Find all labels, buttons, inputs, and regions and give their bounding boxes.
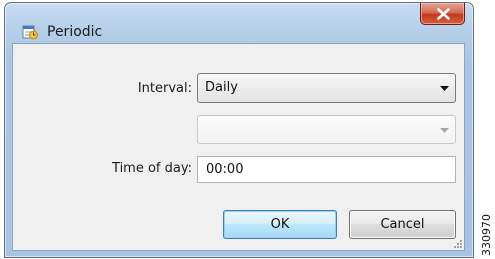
figure-id: 330970 <box>480 214 493 256</box>
interval-selected-value: Daily <box>205 80 238 95</box>
cancel-button[interactable]: Cancel <box>349 210 456 239</box>
time-of-day-label: Time of day: <box>112 161 192 176</box>
title-bar[interactable]: Periodic <box>5 3 473 43</box>
periodic-dialog: Periodic Interval: Daily Time of day: 00… <box>4 2 474 258</box>
close-icon <box>437 8 450 20</box>
window-title: Periodic <box>47 24 103 40</box>
figure-id-text: 330970 <box>480 214 493 256</box>
chevron-down-icon <box>440 86 449 91</box>
time-of-day-value: 00:00 <box>206 162 244 177</box>
close-button[interactable] <box>420 3 465 25</box>
time-of-day-field[interactable]: 00:00 <box>197 156 456 183</box>
interval-dropdown[interactable]: Daily <box>197 73 456 103</box>
secondary-dropdown[interactable] <box>197 115 456 144</box>
page: Periodic Interval: Daily Time of day: 00… <box>0 0 495 259</box>
dialog-client-area: Interval: Daily Time of day: 00:00 OK Ca… <box>12 43 465 251</box>
ok-button[interactable]: OK <box>223 210 337 239</box>
chevron-down-icon <box>440 128 449 133</box>
interval-label: Interval: <box>137 81 192 96</box>
scheduler-icon <box>22 24 38 40</box>
resize-grip-icon[interactable] <box>452 238 462 248</box>
